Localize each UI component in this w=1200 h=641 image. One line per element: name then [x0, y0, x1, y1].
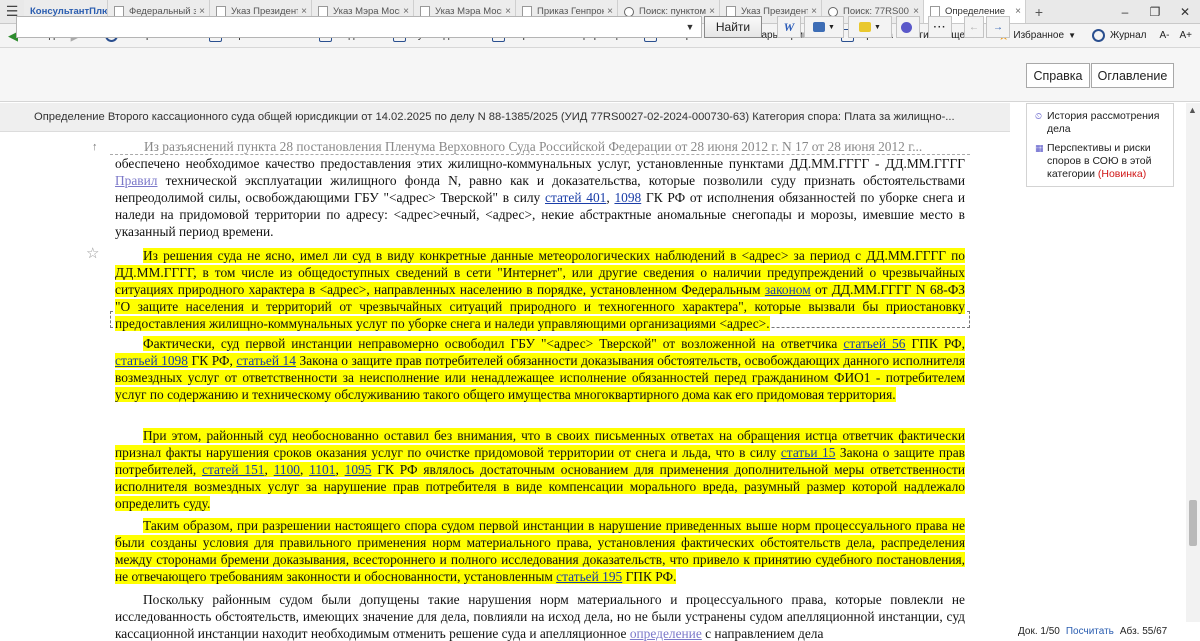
- link-appeal-ruling[interactable]: определение: [630, 626, 702, 641]
- link-article-195[interactable]: статьей 195: [556, 569, 622, 584]
- prev-result-button[interactable]: ←: [964, 16, 984, 38]
- speech-bubble-icon: [901, 21, 912, 33]
- chevron-down-icon: ▼: [1068, 31, 1076, 40]
- case-history-link[interactable]: ⏲ История рассмотрения дела: [1035, 110, 1167, 136]
- text: Таким образом, при разрешении настоящего…: [115, 518, 965, 584]
- highlighter-icon: [859, 22, 872, 32]
- scroll-up-arrow-icon[interactable]: ▲: [1188, 105, 1197, 115]
- highlight-button[interactable]: ▼: [848, 16, 892, 38]
- comment-button[interactable]: [896, 16, 920, 38]
- clock-icon: [1091, 29, 1105, 42]
- scrollbar-thumb[interactable]: [1189, 500, 1197, 546]
- close-window-icon[interactable]: ✕: [1170, 0, 1200, 24]
- help-button[interactable]: Справка: [1026, 63, 1090, 88]
- status-bar: Док. 1/50 Посчитать Абз. 55/67: [1010, 622, 1200, 641]
- paragraph-5: Таким образом, при разрешении настоящего…: [115, 517, 965, 585]
- related-panel: ⏲ История рассмотрения дела ▦ Перспективы …: [1026, 103, 1174, 187]
- context-quote[interactable]: Из разъяснений пункта 28 постановления П…: [144, 138, 1004, 155]
- link-article-1100[interactable]: 1100: [274, 462, 300, 477]
- link-article-1095[interactable]: 1095: [345, 462, 372, 477]
- paragraph-1: обеспечено необходимое качество предоста…: [115, 155, 965, 240]
- text: с направлением дела: [701, 626, 824, 641]
- chevron-down-icon: ▼: [874, 23, 881, 31]
- link-article-1101[interactable]: 1101: [309, 462, 335, 477]
- link-article-1098[interactable]: 1098: [614, 190, 641, 205]
- more-actions-button[interactable]: ···: [928, 16, 952, 38]
- link-article-151[interactable]: статей 151: [202, 462, 264, 477]
- journal-label: Журнал: [1109, 30, 1147, 41]
- search-row: [0, 48, 1200, 102]
- text: обеспечено необходимое качество предоста…: [115, 156, 965, 171]
- text: ,: [264, 462, 274, 477]
- window-controls: – ❐ ✕: [1110, 0, 1200, 24]
- link-article-401[interactable]: статей 401: [545, 190, 606, 205]
- toc-button[interactable]: Оглавление: [1091, 63, 1174, 88]
- print-button[interactable]: ▼: [804, 16, 844, 38]
- link-article-56[interactable]: статьей 56: [843, 336, 905, 351]
- clock-icon: ⏲: [1035, 111, 1043, 121]
- search-history-dropdown-icon[interactable]: ▼: [680, 17, 700, 37]
- text: ,: [335, 462, 345, 477]
- doc-counter: Док. 1/50: [1018, 626, 1060, 637]
- paragraph-2: Из решения суда не ясно, имел ли суд в в…: [115, 247, 966, 332]
- journal-button[interactable]: Журнал: [1084, 24, 1155, 48]
- document-title: Определение Второго кассационного суда о…: [0, 103, 1010, 132]
- font-smaller-button[interactable]: A-: [1154, 24, 1174, 48]
- chevron-down-icon: ▼: [828, 23, 835, 31]
- case-history-label: История рассмотрения дела: [1047, 110, 1160, 135]
- up-arrow-icon[interactable]: ↑: [92, 139, 98, 156]
- text: ,: [299, 462, 310, 477]
- text: ГПК РФ.: [622, 569, 677, 584]
- search-icon: [624, 6, 634, 17]
- close-icon[interactable]: ×: [1015, 6, 1021, 17]
- paragraph-6: Поскольку районным судом были допущены т…: [115, 591, 965, 641]
- grid-icon: ▦: [1035, 143, 1044, 153]
- search-icon: [828, 6, 838, 17]
- find-button[interactable]: Найти: [704, 16, 762, 38]
- next-result-button[interactable]: →: [986, 16, 1010, 38]
- text: Фактически, суд первой инстанции неправо…: [143, 336, 844, 351]
- link-article-14[interactable]: статьей 14: [236, 353, 296, 368]
- count-link[interactable]: Посчитать: [1066, 626, 1114, 637]
- paragraph-4: При этом, районный суд необоснованно ост…: [115, 427, 965, 512]
- font-larger-button[interactable]: A+: [1174, 24, 1200, 48]
- word-export-icon[interactable]: W: [777, 16, 801, 38]
- bookmark-star-icon[interactable]: ☆: [86, 245, 99, 262]
- new-badge: (Новинка): [1097, 168, 1147, 180]
- minimize-icon[interactable]: –: [1110, 0, 1140, 24]
- link-law[interactable]: законом: [765, 282, 811, 297]
- maximize-icon[interactable]: ❐: [1140, 0, 1170, 24]
- link-article-1098[interactable]: статьей 1098: [115, 353, 188, 368]
- paragraph-3: Фактически, суд первой инстанции неправо…: [115, 335, 965, 403]
- new-tab-button[interactable]: +: [1026, 0, 1052, 23]
- link-rules[interactable]: Правил: [115, 173, 157, 188]
- text: ГПК РФ,: [905, 336, 965, 351]
- text: ГК РФ,: [187, 353, 237, 368]
- document-body: ↑ Из разъяснений пункта 28 постановления…: [0, 132, 1010, 641]
- search-input[interactable]: [16, 16, 702, 38]
- link-article-15[interactable]: статьи 15: [781, 445, 836, 460]
- text: Поскольку районным судом были допущены т…: [115, 592, 965, 641]
- paragraph-counter: Абз. 55/67: [1119, 626, 1168, 637]
- printer-icon: [813, 22, 826, 32]
- prospects-link[interactable]: ▦ Перспективы и риски споров в СОЮ в этой…: [1035, 142, 1167, 181]
- favorites-label: Избранное: [1013, 30, 1065, 41]
